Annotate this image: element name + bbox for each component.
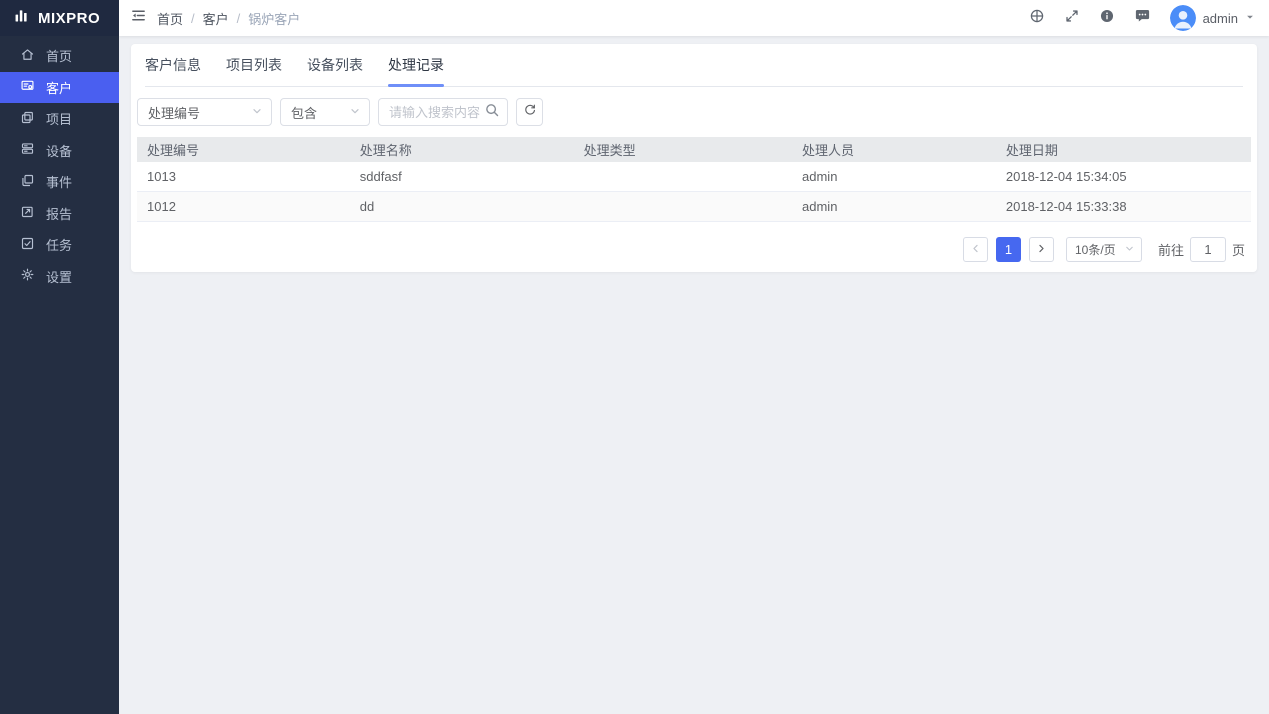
fullscreen-icon [1064,8,1080,29]
chevron-down-icon [349,105,361,120]
chevron-left-icon [970,242,981,257]
message-icon [1134,7,1151,29]
user-name: admin [1203,11,1238,26]
cell-process-name: sddfasf [350,169,574,184]
search-field-select[interactable]: 处理编号 [137,98,272,126]
top-header: 首页 / 客户 / 锅炉客户 [119,0,1269,36]
customer-icon [20,78,35,96]
cell-process-id: 1013 [137,169,350,184]
search-icon[interactable] [484,102,500,123]
column-header: 处理类型 [574,140,792,159]
chevron-down-icon [1245,9,1255,27]
tab-project-list[interactable]: 项目列表 [226,44,282,86]
sidebar-item-label: 任务 [46,235,72,254]
sidebar-item-label: 事件 [46,172,72,191]
breadcrumb-customers[interactable]: 客户 [203,9,229,28]
sidebar-item-settings[interactable]: 设置 [0,261,119,293]
page-size-value: 10条/页 [1075,241,1116,258]
chevron-down-icon [1124,243,1135,257]
pagination: 1 10条/页 前往 页 [131,237,1245,262]
user-menu[interactable]: admin [1170,5,1255,31]
tab-process-records[interactable]: 处理记录 [388,44,444,86]
search-operator-select[interactable]: 包含 [280,98,370,126]
goto-unit-label: 页 [1232,240,1245,259]
table-header-row: 处理编号 处理名称 处理类型 处理人员 处理日期 [137,137,1251,162]
table-row[interactable]: 1013 sddfasf admin 2018-12-04 15:34:05 [137,162,1251,192]
tab-device-list[interactable]: 设备列表 [307,44,363,86]
next-page-button[interactable] [1029,237,1054,262]
sidebar-item-label: 报告 [46,204,72,223]
app-title: MIXPRO [38,10,100,27]
sidebar-item-devices[interactable]: 设备 [0,135,119,167]
column-header: 处理日期 [996,140,1251,159]
avatar [1170,5,1196,31]
search-input-wrap [378,98,508,126]
sidebar-item-tasks[interactable]: 任务 [0,229,119,261]
globe-button[interactable] [1020,0,1055,36]
info-button[interactable] [1090,0,1125,36]
column-header: 处理人员 [792,140,996,159]
sidebar-item-label: 设置 [46,267,72,286]
cell-process-date: 2018-12-04 15:33:38 [996,199,1251,214]
tab-customer-info[interactable]: 客户信息 [145,44,201,86]
cell-process-date: 2018-12-04 15:34:05 [996,169,1251,184]
detail-tabs: 客户信息 项目列表 设备列表 处理记录 [145,44,1243,87]
sidebar-fold-button[interactable] [119,0,157,36]
home-icon [20,47,35,65]
column-header: 处理名称 [350,140,574,159]
chevron-right-icon [1036,242,1047,257]
sidebar-item-label: 设备 [46,141,72,160]
goto-label: 前往 [1158,240,1184,259]
sidebar-item-label: 客户 [46,78,72,97]
chevron-down-icon [251,105,263,120]
report-icon [20,204,35,222]
breadcrumb-home[interactable]: 首页 [157,9,183,28]
message-button[interactable] [1125,0,1160,36]
settings-gear-icon [20,267,35,285]
event-icon [20,173,35,191]
task-icon [20,236,35,254]
breadcrumb-current: 锅炉客户 [248,9,300,28]
cell-process-user: admin [792,169,996,184]
goto-page-input[interactable] [1190,237,1226,262]
column-header: 处理编号 [137,140,350,159]
breadcrumb: 首页 / 客户 / 锅炉客户 [157,9,300,28]
info-icon [1099,8,1115,29]
table-row[interactable]: 1012 dd admin 2018-12-04 15:33:38 [137,192,1251,222]
page-number-1[interactable]: 1 [996,237,1021,262]
goto-page: 前往 页 [1158,237,1245,262]
app-logo[interactable]: MIXPRO [0,0,119,36]
sidebar-item-label: 项目 [46,109,72,128]
cell-process-name: dd [350,199,574,214]
globe-icon [1029,8,1045,29]
sidebar: MIXPRO 首页 客户 项目 [0,0,119,714]
logo-icon [13,7,30,29]
cell-process-user: admin [792,199,996,214]
cell-process-id: 1012 [137,199,350,214]
sidebar-item-label: 首页 [46,46,72,65]
hamburger-fold-icon [130,7,147,29]
search-input[interactable] [389,105,484,120]
search-field-value: 处理编号 [148,103,200,122]
content-card: 客户信息 项目列表 设备列表 处理记录 处理编号 包含 [131,44,1257,272]
project-icon [20,110,35,128]
search-toolbar: 处理编号 包含 [137,98,1257,126]
prev-page-button[interactable] [963,237,988,262]
device-icon [20,141,35,159]
breadcrumb-separator: / [237,11,241,26]
refresh-button[interactable] [516,98,543,126]
sidebar-item-home[interactable]: 首页 [0,40,119,72]
records-table: 处理编号 处理名称 处理类型 处理人员 处理日期 1013 sddfasf ad… [137,137,1251,222]
sidebar-item-events[interactable]: 事件 [0,166,119,198]
page-size-select[interactable]: 10条/页 [1066,237,1142,262]
search-operator-value: 包含 [291,103,317,122]
sidebar-menu: 首页 客户 项目 设备 [0,36,119,292]
sidebar-item-customers[interactable]: 客户 [0,72,119,104]
refresh-icon [523,103,537,122]
sidebar-item-reports[interactable]: 报告 [0,198,119,230]
sidebar-item-projects[interactable]: 项目 [0,103,119,135]
breadcrumb-separator: / [191,11,195,26]
fullscreen-button[interactable] [1055,0,1090,36]
